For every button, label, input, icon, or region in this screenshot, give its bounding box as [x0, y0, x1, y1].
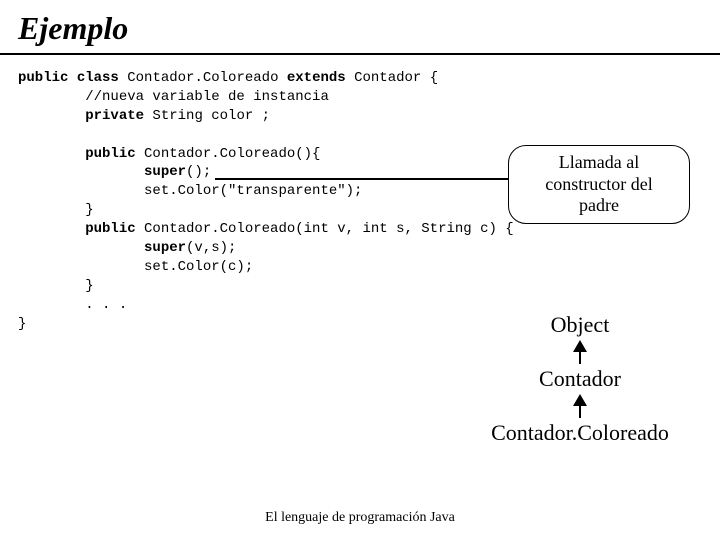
arrow-up-icon	[573, 340, 587, 352]
slide-footer: El lenguaje de programación Java	[0, 510, 720, 526]
hierarchy-object: Object	[480, 312, 680, 338]
callout-connector	[215, 178, 520, 180]
code-text: String color ;	[144, 108, 270, 124]
callout-box: Llamada al constructor del padre	[508, 145, 690, 224]
code-text: Contador {	[346, 70, 438, 86]
kw-extends: extends	[287, 70, 346, 86]
code-text: (v,s);	[186, 240, 236, 256]
callout-line3: padre	[519, 195, 679, 217]
code-text: set.Color("transparente");	[18, 183, 362, 199]
kw-public: public	[18, 146, 136, 162]
kw-public: public	[18, 221, 136, 237]
code-comment: //nueva variable de instancia	[18, 89, 329, 105]
code-text: set.Color(c);	[18, 259, 253, 275]
code-text: }	[18, 278, 94, 294]
code-text: . . .	[18, 297, 127, 313]
arrow-stem	[579, 406, 581, 418]
kw-super: super	[18, 164, 186, 180]
kw-super: super	[18, 240, 186, 256]
hierarchy-contador: Contador	[480, 366, 680, 392]
class-hierarchy: Object Contador Contador.Coloreado	[480, 310, 680, 448]
kw-public: public	[18, 70, 68, 86]
callout-line1: Llamada al	[519, 152, 679, 174]
code-text: Contador.Coloreado	[119, 70, 287, 86]
arrow-up-icon	[573, 394, 587, 406]
kw-class: class	[68, 70, 118, 86]
code-text: }	[18, 202, 94, 218]
code-text: Contador.Coloreado(){	[136, 146, 321, 162]
slide-title: Ejemplo	[0, 0, 720, 55]
code-text: }	[18, 316, 26, 332]
callout-line2: constructor del	[519, 174, 679, 196]
code-text: ();	[186, 164, 211, 180]
kw-private: private	[18, 108, 144, 124]
arrow-stem	[579, 352, 581, 364]
hierarchy-contador-coloreado: Contador.Coloreado	[480, 420, 680, 446]
code-text: Contador.Coloreado(int v, int s, String …	[136, 221, 514, 237]
